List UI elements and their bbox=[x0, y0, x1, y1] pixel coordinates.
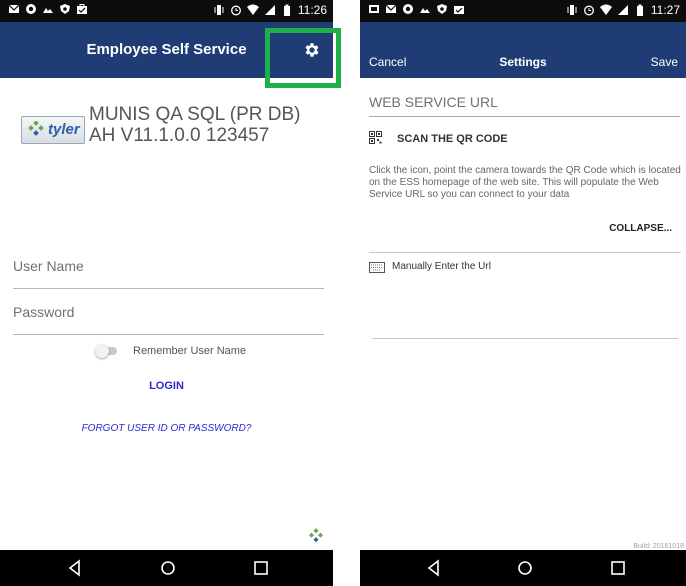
tyler-logo-text: tyler bbox=[48, 121, 80, 138]
signal-icon bbox=[617, 5, 628, 15]
remember-label: Remember User Name bbox=[133, 345, 247, 357]
keyboard-icon bbox=[369, 262, 385, 273]
alarm-icon bbox=[230, 5, 241, 16]
username-placeholder: User Name bbox=[13, 258, 84, 274]
vibrate-icon bbox=[567, 5, 577, 15]
wifi-icon bbox=[599, 4, 612, 15]
status-bar: 11:27 bbox=[360, 0, 686, 22]
mail-icon bbox=[8, 4, 20, 13]
back-icon[interactable] bbox=[65, 558, 85, 578]
android-nav-bar bbox=[360, 550, 686, 586]
save-button[interactable]: Save bbox=[651, 55, 678, 69]
screenshot-icon bbox=[369, 5, 379, 13]
username-field[interactable]: User Name bbox=[13, 258, 324, 289]
recents-icon[interactable] bbox=[608, 558, 628, 578]
recents-icon[interactable] bbox=[251, 558, 271, 578]
manual-entry-label: Manually Enter the Url bbox=[392, 261, 491, 272]
alarm-icon bbox=[583, 5, 594, 16]
qr-instructions: Click the icon, point the camera towards… bbox=[369, 165, 681, 200]
database-name: MUNIS QA SQL (PR DB) bbox=[89, 104, 301, 125]
android-nav-bar bbox=[0, 550, 333, 586]
divider bbox=[369, 252, 681, 253]
signal-icon bbox=[264, 5, 275, 15]
settings-title: Settings bbox=[499, 55, 547, 69]
bag-icon bbox=[454, 6, 464, 14]
status-time: 11:26 bbox=[297, 3, 327, 17]
build-label: Build: 20161018 bbox=[633, 543, 684, 550]
web-service-url-input[interactable]: WEB SERVICE URL bbox=[369, 94, 680, 117]
shield-icon bbox=[437, 4, 447, 14]
battery-icon bbox=[283, 4, 290, 16]
forgot-credentials-link[interactable]: FORGOT USER ID OR PASSWORD? bbox=[0, 423, 333, 434]
qr-code-icon bbox=[369, 131, 382, 144]
vibrate-icon bbox=[214, 5, 224, 15]
web-service-url-placeholder: WEB SERVICE URL bbox=[369, 94, 498, 110]
shield-icon bbox=[60, 4, 70, 14]
version-info: AH V11.1.0.0 123457 bbox=[89, 125, 270, 146]
settings-screen: 11:27 Cancel Settings Save WEB SERVICE U… bbox=[360, 0, 686, 586]
password-placeholder: Password bbox=[13, 304, 75, 320]
manual-url-input-line[interactable] bbox=[372, 338, 678, 339]
login-button[interactable]: LOGIN bbox=[0, 380, 333, 392]
back-icon[interactable] bbox=[424, 558, 444, 578]
toggle-knob bbox=[95, 344, 109, 358]
tyler-logo: tyler bbox=[21, 116, 85, 144]
gear-highlight-box bbox=[265, 28, 341, 88]
record-icon bbox=[26, 4, 36, 14]
mail-icon bbox=[385, 4, 397, 13]
photo-icon bbox=[420, 8, 430, 13]
scan-qr-label: SCAN THE QR CODE bbox=[397, 133, 508, 145]
home-icon[interactable] bbox=[515, 558, 535, 578]
remember-toggle[interactable] bbox=[95, 344, 117, 358]
settings-header: Cancel Settings Save bbox=[360, 22, 686, 78]
status-bar: 11:26 bbox=[0, 0, 333, 22]
password-field[interactable]: Password bbox=[13, 304, 324, 335]
collapse-button[interactable]: COLLAPSE... bbox=[609, 223, 672, 234]
status-time: 11:27 bbox=[650, 3, 680, 17]
home-icon[interactable] bbox=[158, 558, 178, 578]
tyler-mark-icon bbox=[28, 121, 44, 136]
record-icon bbox=[403, 4, 413, 14]
battery-icon bbox=[636, 4, 643, 16]
bag-icon bbox=[77, 4, 87, 14]
wifi-icon bbox=[246, 4, 259, 15]
photo-icon bbox=[43, 8, 53, 13]
tyler-corner-icon bbox=[308, 528, 324, 543]
